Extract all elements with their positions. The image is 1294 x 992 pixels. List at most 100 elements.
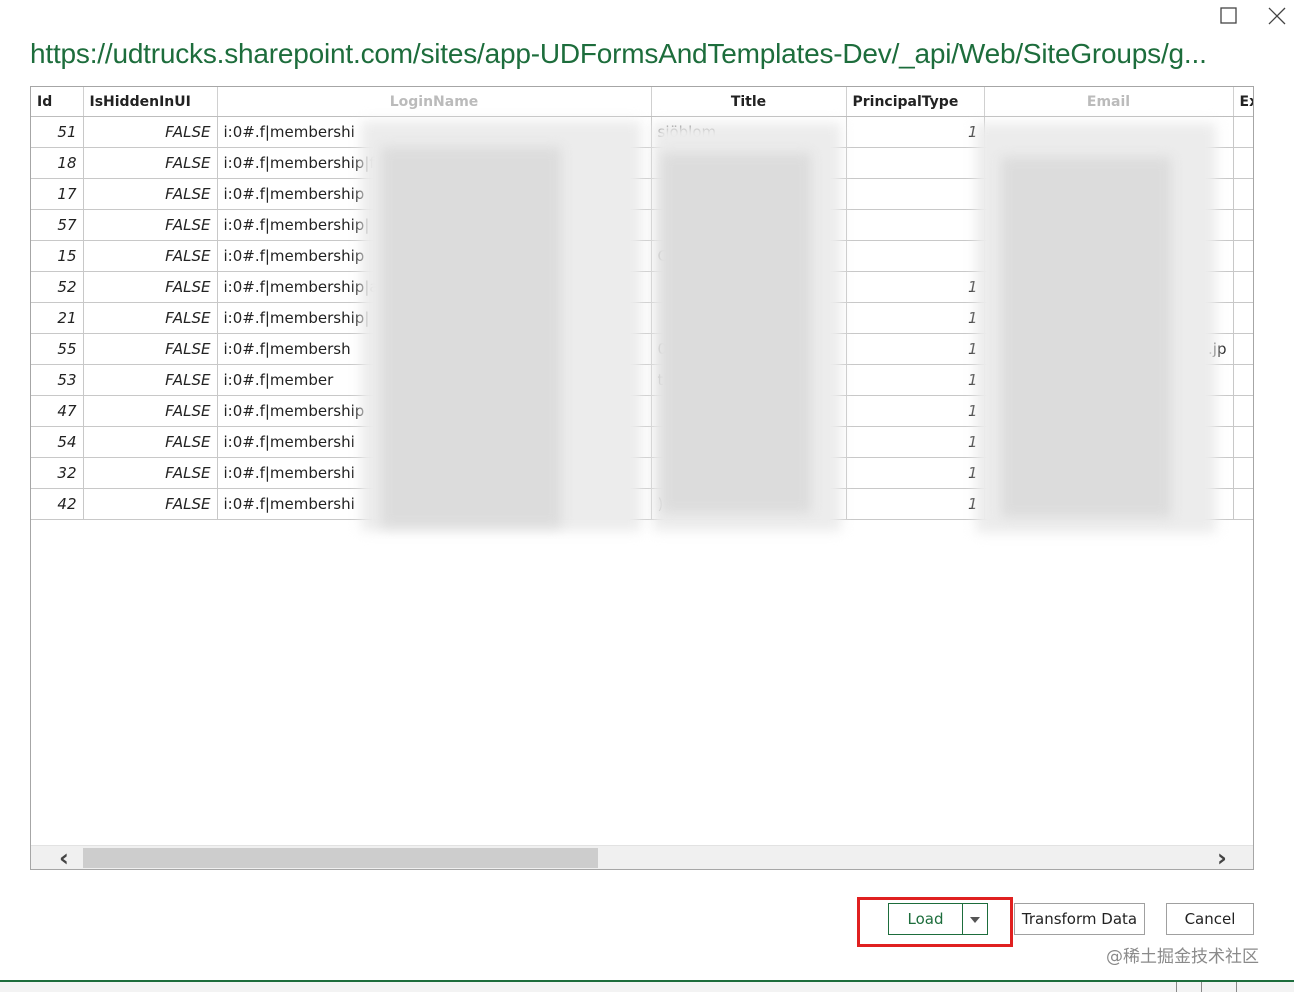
transform-data-button[interactable]: Transform Data [1014,903,1145,935]
cell-id[interactable]: 42 [31,488,84,520]
cell-loginname[interactable]: i:0#.f|member [217,364,652,396]
table-row[interactable]: 32 FALSE i:0#.f|membershi 1 l [31,457,1253,489]
cell-ishiddeninui[interactable]: FALSE [83,209,218,241]
cell-ex[interactable] [1233,147,1253,179]
cell-ishiddeninui[interactable]: FALSE [83,240,218,272]
column-header-ishiddeninui[interactable]: IsHiddenInUI [83,87,218,117]
cell-loginname[interactable]: i:0#.f|membership|as [217,271,652,303]
cell-loginname[interactable]: i:0#.f|membershi [217,488,652,520]
table-row[interactable]: 15 FALSE i:0#.f|membership Ch [31,240,1253,272]
cell-principaltype[interactable]: 1 [846,333,985,365]
chevron-right-icon[interactable]: › [1207,846,1237,869]
cell-ishiddeninui[interactable]: FALSE [83,364,218,396]
column-header-principaltype[interactable]: PrincipalType [846,87,985,117]
cell-id[interactable]: 57 [31,209,84,241]
column-header-email[interactable]: Email [984,87,1234,117]
cell-loginname[interactable]: i:0#.f|membershi [217,116,652,148]
close-button[interactable] [1265,4,1289,28]
cell-ishiddeninui[interactable]: FALSE [83,116,218,148]
cell-ex[interactable] [1233,488,1253,520]
cell-ishiddeninui[interactable]: FALSE [83,178,218,210]
cell-email[interactable]: l [984,457,1234,489]
table-row[interactable]: 52 FALSE i:0#.f|membership|as 1 a [31,271,1253,303]
cell-id[interactable]: 51 [31,116,84,148]
cell-email[interactable]: su [984,426,1234,458]
cell-loginname[interactable]: i:0#.f|membership [217,395,652,427]
cell-title[interactable] [651,178,847,210]
cell-email[interactable]: p [984,395,1234,427]
cell-ex[interactable] [1233,116,1253,148]
cell-email[interactable]: Ju .jp [984,333,1234,365]
cell-title[interactable] [651,395,847,427]
cell-id[interactable]: 53 [31,364,84,396]
cell-id[interactable]: 15 [31,240,84,272]
cell-id[interactable]: 54 [31,426,84,458]
page-view-icon[interactable] [1236,982,1261,992]
cell-loginname[interactable]: i:0#.f|membership [217,240,652,272]
cell-title[interactable]: 031 [651,333,847,365]
cell-principaltype[interactable]: 1 [846,271,985,303]
load-button[interactable]: Load [888,903,962,935]
cell-ex[interactable] [1233,395,1253,427]
cell-email[interactable] [984,116,1234,148]
load-dropdown-button[interactable] [962,903,988,935]
cell-title[interactable]: Ch [651,240,847,272]
column-header-id[interactable]: Id [31,87,84,117]
cell-ishiddeninui[interactable]: FALSE [83,488,218,520]
cell-principaltype[interactable] [846,240,985,272]
cell-id[interactable]: 32 [31,457,84,489]
table-row[interactable]: 53 FALSE i:0#.f|member tin Ga 1 n [31,364,1253,396]
column-header-ex[interactable]: Ex [1233,87,1253,117]
cell-ex[interactable] [1233,426,1253,458]
cell-principaltype[interactable]: 1 [846,364,985,396]
cell-loginname[interactable]: i:0#.f|membershi [217,426,652,458]
cell-email[interactable] [984,147,1234,179]
cell-email[interactable]: n [984,364,1234,396]
cell-id[interactable]: 55 [31,333,84,365]
cell-ex[interactable] [1233,240,1253,272]
data-preview-grid[interactable]: Id IsHiddenInUI LoginName Title Principa… [30,86,1254,870]
cell-ishiddeninui[interactable]: FALSE [83,271,218,303]
cell-email[interactable] [984,488,1234,520]
column-header-title[interactable]: Title [651,87,847,117]
cell-title[interactable] [651,209,847,241]
scrollbar-thumb[interactable] [83,848,598,868]
cell-principaltype[interactable]: 1 [846,426,985,458]
cell-title[interactable]: ) [651,488,847,520]
cell-ex[interactable] [1233,302,1253,334]
cell-ishiddeninui[interactable]: FALSE [83,147,218,179]
cell-loginname[interactable]: i:0#.f|membership| [217,209,652,241]
grid-view-icon[interactable] [1176,982,1202,992]
cell-email[interactable] [984,178,1234,210]
cell-loginname[interactable]: i:0#.f|membershi [217,457,652,489]
table-row[interactable]: 54 FALSE i:0#.f|membershi 1 su [31,426,1253,458]
table-row[interactable]: 42 FALSE i:0#.f|membershi) 1 [31,488,1253,520]
cell-ishiddeninui[interactable]: FALSE [83,457,218,489]
cell-title[interactable] [651,426,847,458]
cell-id[interactable]: 18 [31,147,84,179]
cell-ex[interactable] [1233,209,1253,241]
cell-loginname[interactable]: i:0#.f|membership [217,178,652,210]
cell-principaltype[interactable]: 1 [846,457,985,489]
cell-loginname[interactable]: i:0#.f|membersh [217,333,652,365]
table-row[interactable]: 21 FALSE i:0#.f|membership| 1 g [31,302,1253,334]
table-row[interactable]: 55 FALSE i:0#.f|membersh 031 1 Ju .jp [31,333,1253,365]
cell-ex[interactable] [1233,364,1253,396]
cell-ishiddeninui[interactable]: FALSE [83,302,218,334]
cell-id[interactable]: 17 [31,178,84,210]
cell-loginname[interactable]: i:0#.f|membership|fl [217,147,652,179]
cancel-button[interactable]: Cancel [1166,903,1254,935]
chevron-left-icon[interactable]: ‹ [49,846,79,869]
cell-title[interactable]: tin Ga [651,364,847,396]
table-row[interactable]: 47 FALSE i:0#.f|membership 1 p [31,395,1253,427]
cell-principaltype[interactable]: 1 [846,488,985,520]
cell-principaltype[interactable] [846,178,985,210]
cell-title[interactable] [651,147,847,179]
maximize-button[interactable] [1217,4,1241,28]
cell-title[interactable] [651,302,847,334]
cell-id[interactable]: 47 [31,395,84,427]
cell-ex[interactable] [1233,457,1253,489]
cell-ishiddeninui[interactable]: FALSE [83,426,218,458]
table-row[interactable]: 17 FALSE i:0#.f|membership [31,178,1253,210]
table-row[interactable]: 51 FALSE i:0#.f|membershi sjöblom 1 [31,116,1253,148]
